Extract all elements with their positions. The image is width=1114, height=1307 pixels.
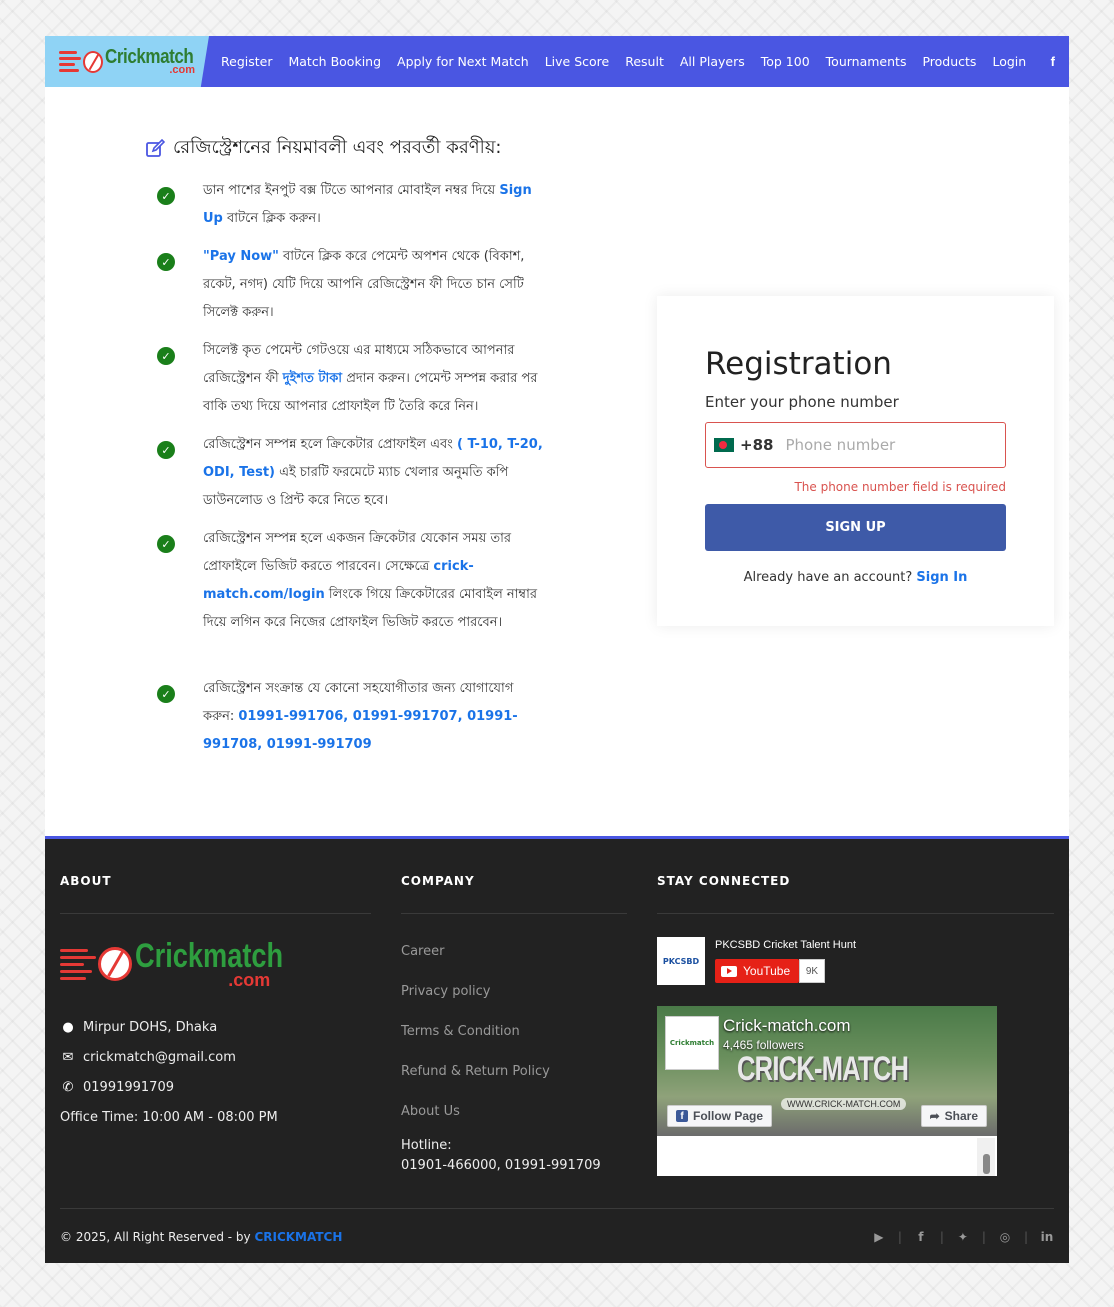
nav-register[interactable]: Register [221, 54, 272, 69]
site-logo[interactable]: Crickmatch .com [45, 36, 209, 87]
address-line: ● Mirpur DOHS, Dhaka [60, 1020, 217, 1035]
scrollbar[interactable] [977, 1138, 995, 1176]
instagram-icon[interactable]: ◎ [998, 1230, 1012, 1244]
share-arrow-icon: ➦ [929, 1109, 940, 1123]
facebook-icon[interactable]: f [914, 1230, 928, 1244]
cover-title: CRICK-MATCH [737, 1050, 909, 1088]
logo-stripes-icon [59, 51, 81, 72]
nav-all-players[interactable]: All Players [680, 54, 745, 69]
share-button[interactable]: ➦ Share [920, 1105, 987, 1127]
hotline-value: 01901-466000, 01991-991709 [401, 1158, 601, 1173]
edit-icon [146, 138, 165, 157]
copyright: © 2025, All Right Reserved - by CRICKMAT… [60, 1230, 343, 1244]
rule-item: ✓ রেজিস্ট্রেশন সম্পন্ন হলে একজন ক্রিকেটা… [157, 525, 547, 637]
youtube-subscriber-count: 9K [799, 959, 825, 983]
check-circle-icon: ✓ [157, 441, 175, 459]
youtube-widget: PKCSBD PKCSBD Cricket Talent Hunt YouTub… [657, 937, 997, 987]
hotline-label: Hotline: [401, 1138, 452, 1153]
company-heading: COMPANY [401, 874, 475, 888]
twitter-icon[interactable]: ✦ [956, 1230, 970, 1244]
logo-text: Crickmatch [105, 46, 194, 68]
top-navbar: Crickmatch .com Register Match Booking A… [45, 36, 1069, 87]
nav-apply-next-match[interactable]: Apply for Next Match [397, 54, 529, 69]
footer-link-about[interactable]: About Us [401, 1104, 460, 1119]
divider [60, 1208, 1054, 1209]
footer-link-career[interactable]: Career [401, 944, 444, 959]
envelope-icon: ✉ [62, 1050, 74, 1065]
social-links: ▶ | f | ✦ | ◎ | in [872, 1230, 1054, 1244]
nav-products[interactable]: Products [922, 54, 976, 69]
sign-in-link[interactable]: Sign In [916, 570, 967, 585]
stay-connected-heading: STAY CONNECTED [657, 874, 791, 888]
check-circle-icon: ✓ [157, 535, 175, 553]
footer-logo[interactable]: Crickmatch .com [60, 939, 320, 989]
sign-up-button[interactable]: SIGN UP [705, 504, 1006, 551]
cover-url: WWW.CRICK-MATCH.COM [781, 1098, 907, 1110]
rule-item: ✓ সিলেক্ট কৃত পেমেন্ট গেটওয়ে এর মাধ্যমে… [157, 337, 547, 421]
about-heading: ABOUT [60, 874, 112, 888]
bangladesh-flag-icon[interactable] [714, 438, 734, 452]
nav-match-booking[interactable]: Match Booking [288, 54, 381, 69]
youtube-icon[interactable]: ▶ [872, 1230, 886, 1244]
map-marker-icon: ● [62, 1020, 74, 1035]
youtube-channel-thumbnail[interactable]: PKCSBD [657, 937, 705, 985]
registration-subtitle: Enter your phone number [705, 393, 899, 411]
footer-link-refund[interactable]: Refund & Return Policy [401, 1064, 550, 1079]
footer: ABOUT COMPANY STAY CONNECTED Crickmatch … [45, 836, 1069, 1263]
nav-tournaments[interactable]: Tournaments [826, 54, 907, 69]
check-circle-icon: ✓ [157, 253, 175, 271]
phone-line: ✆ 01991991709 [60, 1080, 174, 1095]
crickmatch-link[interactable]: CRICKMATCH [254, 1230, 342, 1244]
nav-live-score[interactable]: Live Score [545, 54, 610, 69]
rule-item: ✓ রেজিস্ট্রেশন সম্পন্ন হলে ক্রিকেটার প্র… [157, 431, 547, 515]
follow-page-button[interactable]: f Follow Page [667, 1105, 773, 1127]
registration-title: Registration [705, 346, 892, 382]
youtube-icon [721, 965, 737, 977]
phone-input[interactable] [785, 436, 986, 454]
signin-prompt: Already have an account? Sign In [743, 570, 968, 585]
rule-item: ✓ রেজিস্ট্রেশন সংক্রান্ত যে কোনো সহযোগীত… [157, 675, 547, 759]
cricket-ball-icon [83, 50, 104, 73]
registration-card: Registration Enter your phone number +88… [657, 296, 1054, 626]
youtube-channel-name[interactable]: PKCSBD Cricket Talent Hunt [715, 939, 856, 951]
divider [657, 913, 1054, 914]
country-code[interactable]: +88 [740, 436, 773, 454]
facebook-icon: f [676, 1110, 688, 1122]
facebook-icon[interactable]: f [1051, 36, 1055, 87]
main-menu: Register Match Booking Apply for Next Ma… [221, 54, 1042, 69]
cricket-ball-icon [98, 947, 132, 981]
facebook-followers: 4,465 followers [723, 1038, 804, 1052]
phone-field: +88 [705, 422, 1006, 468]
divider [401, 913, 627, 914]
email-line: ✉ crickmatch@gmail.com [60, 1050, 236, 1065]
nav-result[interactable]: Result [625, 54, 664, 69]
footer-link-privacy[interactable]: Privacy policy [401, 984, 490, 999]
linkedin-icon[interactable]: in [1040, 1230, 1054, 1244]
footer-logo-text: Crickmatch [135, 937, 284, 975]
facebook-page-name[interactable]: Crick-match.com [723, 1016, 851, 1036]
phone-error-text: The phone number field is required [794, 480, 1006, 494]
rule-item: ✓ "Pay Now" বাটনে ক্লিক করে পেমেন্ট অপশন… [157, 243, 547, 327]
rule-item: ✓ ডান পাশের ইনপুট বক্স টিতে আপনার মোবাইল… [157, 177, 547, 233]
facebook-feed [657, 1136, 997, 1176]
check-circle-icon: ✓ [157, 685, 175, 703]
main-content: রেজিস্ট্রেশনের নিয়মাবলী এবং পরবর্তী করণ… [45, 87, 1069, 836]
logo-stripes-icon [60, 948, 96, 980]
youtube-subscribe-button[interactable]: YouTube [715, 959, 799, 983]
rules-title: রেজিস্ট্রেশনের নিয়মাবলী এবং পরবর্তী করণ… [173, 137, 502, 158]
nav-login[interactable]: Login [992, 54, 1026, 69]
phone-icon: ✆ [62, 1080, 74, 1095]
nav-top-100[interactable]: Top 100 [761, 54, 810, 69]
rules-heading: রেজিস্ট্রেশনের নিয়মাবলী এবং পরবর্তী করণ… [145, 133, 502, 164]
office-time: Office Time: 10:00 AM - 08:00 PM [60, 1110, 278, 1125]
divider [60, 913, 371, 914]
check-circle-icon: ✓ [157, 347, 175, 365]
check-circle-icon: ✓ [157, 187, 175, 205]
footer-link-terms[interactable]: Terms & Condition [401, 1024, 520, 1039]
facebook-page-widget: CRICK-MATCH WWW.CRICK-MATCH.COM Crickmat… [657, 1006, 997, 1176]
facebook-profile-picture[interactable]: Crickmatch [665, 1016, 719, 1070]
